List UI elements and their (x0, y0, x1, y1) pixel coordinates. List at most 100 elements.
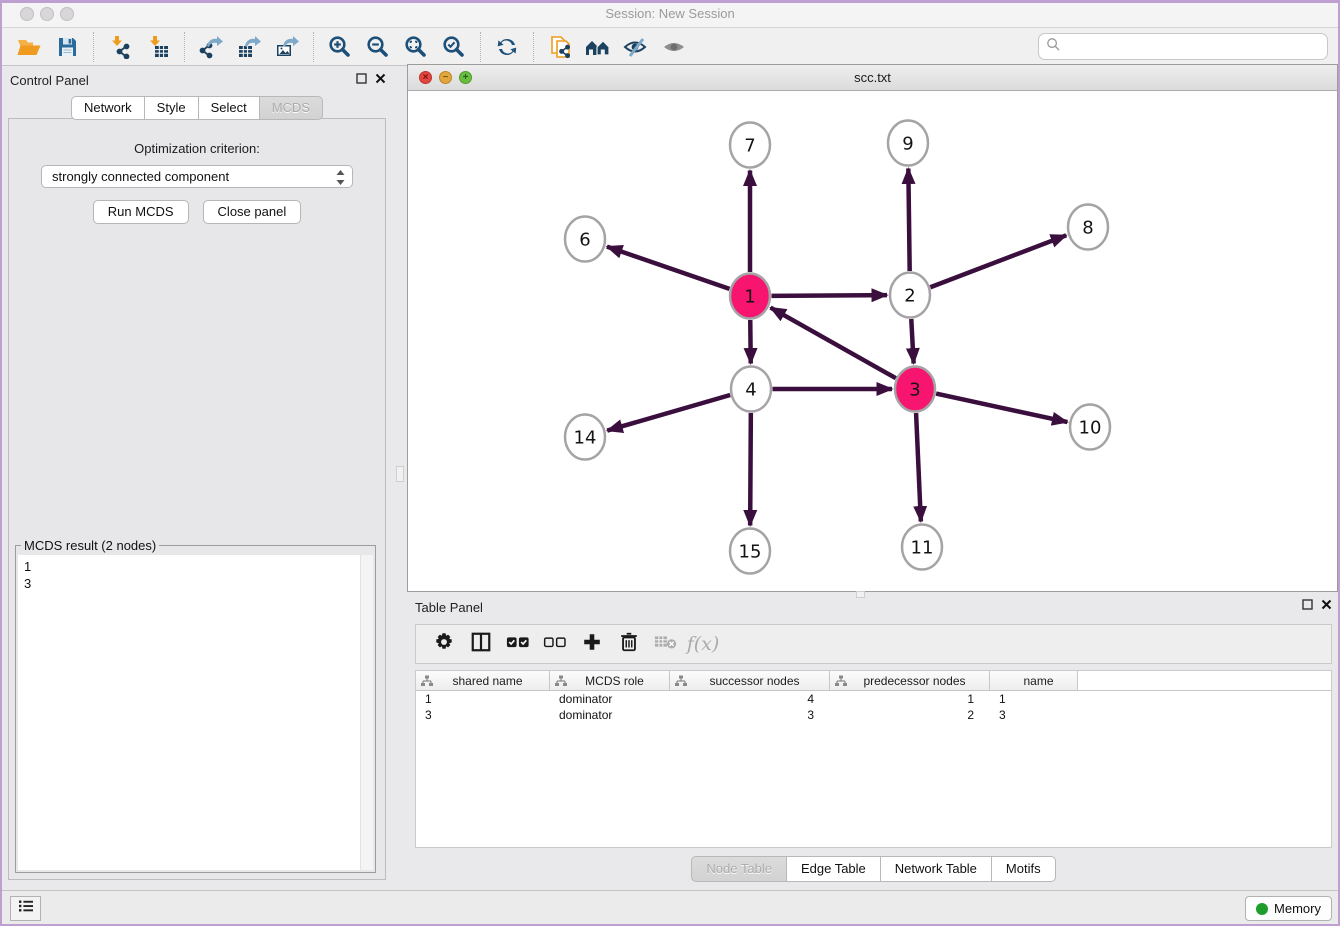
export-network-button[interactable] (192, 32, 230, 62)
graph-node-label: 14 (574, 428, 597, 449)
cell-shared-name[interactable]: 3 (416, 707, 550, 723)
graph-node-label: 3 (909, 380, 920, 401)
run-mcds-button[interactable]: Run MCDS (93, 200, 189, 224)
split-columns-button[interactable] (465, 629, 497, 659)
edge-3-10[interactable] (936, 394, 1067, 423)
zoom-fit-button[interactable] (397, 32, 435, 62)
column-header-shared-name[interactable]: shared name (416, 671, 550, 690)
graph-node-label: 15 (739, 542, 762, 563)
cell-successor-nodes[interactable]: 4 (670, 691, 830, 707)
cell-successor-nodes[interactable]: 3 (670, 707, 830, 723)
cell-name[interactable]: 3 (990, 707, 1078, 723)
zoom-in-button[interactable] (321, 32, 359, 62)
table-row[interactable]: 3dominator323 (416, 707, 1331, 723)
float-panel-icon[interactable] (1302, 599, 1313, 610)
tree-icon (555, 675, 567, 690)
gear-button[interactable] (428, 629, 460, 659)
tab-motifs[interactable]: Motifs (992, 856, 1056, 882)
hide-panels-button[interactable] (617, 32, 655, 62)
edge-4-14[interactable] (607, 395, 730, 431)
window-title: Session: New Session (0, 6, 1340, 21)
main-toolbar (0, 28, 1340, 66)
cell-shared-name[interactable]: 1 (416, 691, 550, 707)
vertical-splitter-grip[interactable] (396, 466, 404, 482)
function-button: f(x) (687, 629, 719, 659)
network-home-button[interactable] (579, 32, 617, 62)
export-image-button[interactable] (268, 32, 306, 62)
tab-select[interactable]: Select (199, 96, 260, 120)
import-network-button[interactable] (101, 32, 139, 62)
tab-network-table[interactable]: Network Table (881, 856, 992, 882)
edge-1-6[interactable] (607, 247, 730, 289)
vertical-splitter[interactable] (394, 66, 407, 890)
show-panels-icon (661, 35, 687, 59)
cell-MCDS-role[interactable]: dominator (550, 707, 670, 723)
add-button[interactable] (576, 629, 608, 659)
graph-node-label: 8 (1082, 218, 1093, 239)
network-window-title: scc.txt (408, 70, 1337, 85)
zoom-out-button[interactable] (359, 32, 397, 62)
search-input[interactable] (1061, 37, 1327, 57)
edge-2-9[interactable] (908, 168, 909, 271)
select-all-icon (506, 631, 530, 658)
tab-node-table[interactable]: Node Table (691, 856, 787, 882)
tab-edge-table[interactable]: Edge Table (787, 856, 881, 882)
export-table-button[interactable] (230, 32, 268, 62)
task-history-button[interactable] (10, 896, 41, 921)
zoom-in-icon (328, 35, 352, 59)
network-home-icon (585, 35, 611, 59)
save-session-button[interactable] (48, 32, 86, 62)
mcds-result-scrollbar[interactable] (360, 555, 373, 870)
select-all-button[interactable] (502, 629, 534, 659)
mcds-result-node: 3 (24, 575, 373, 592)
column-header-MCDS-role[interactable]: MCDS role (550, 671, 670, 690)
cell-predecessor-nodes[interactable]: 2 (830, 707, 990, 723)
edge-1-2[interactable] (771, 295, 887, 296)
search-box[interactable] (1038, 33, 1328, 60)
close-panel-icon[interactable] (1321, 599, 1332, 610)
tab-network[interactable]: Network (71, 96, 145, 120)
graph-node-label: 11 (911, 538, 934, 559)
optimization-criterion-select[interactable]: strongly connected component (41, 165, 353, 188)
edge-2-3[interactable] (911, 319, 913, 364)
title-bar: Session: New Session (0, 0, 1340, 28)
close-panel-icon[interactable] (375, 73, 386, 84)
cell-name[interactable]: 1 (990, 691, 1078, 707)
table-toolbar: f(x) (415, 624, 1332, 664)
unselect-all-button[interactable] (539, 629, 571, 659)
table-row[interactable]: 1dominator411 (416, 691, 1331, 707)
column-header-name[interactable]: name (990, 671, 1078, 690)
refresh-button[interactable] (488, 32, 526, 62)
mcds-result-group: MCDS result (2 nodes) 13 (15, 545, 376, 873)
toolbar-separator (93, 32, 94, 62)
application-window: Session: New Session Control Panel Netwo… (0, 0, 1340, 926)
column-header-predecessor-nodes[interactable]: predecessor nodes (830, 671, 990, 690)
cell-predecessor-nodes[interactable]: 1 (830, 691, 990, 707)
tab-style[interactable]: Style (145, 96, 199, 120)
show-panels-button[interactable] (655, 32, 693, 62)
graph-node-label: 9 (902, 134, 913, 155)
column-header-successor-nodes[interactable]: successor nodes (670, 671, 830, 690)
edge-2-8[interactable] (930, 235, 1066, 287)
table-tabs: Node TableEdge TableNetwork TableMotifs (407, 856, 1340, 882)
delete-icon (618, 631, 640, 658)
import-table-button[interactable] (139, 32, 177, 62)
memory-button[interactable]: Memory (1245, 896, 1332, 921)
open-folder-button[interactable] (10, 32, 48, 62)
edge-3-11[interactable] (916, 413, 921, 522)
delete-button[interactable] (613, 629, 645, 659)
edge-3-1[interactable] (770, 308, 895, 379)
zoom-selected-button[interactable] (435, 32, 473, 62)
network-window-titlebar: × − + scc.txt (408, 65, 1337, 91)
tab-mcds[interactable]: MCDS (260, 96, 323, 120)
network-canvas[interactable]: 7968124314101511 (408, 91, 1337, 591)
clone-network-button[interactable] (541, 32, 579, 62)
edge-4-15[interactable] (750, 413, 751, 526)
float-panel-icon[interactable] (356, 73, 367, 84)
delete-table-button (650, 629, 682, 659)
close-panel-button[interactable]: Close panel (203, 200, 302, 224)
search-icon (1046, 37, 1061, 57)
control-panel-tabs: NetworkStyleSelectMCDS (0, 96, 394, 120)
zoom-out-icon (366, 35, 390, 59)
cell-MCDS-role[interactable]: dominator (550, 691, 670, 707)
